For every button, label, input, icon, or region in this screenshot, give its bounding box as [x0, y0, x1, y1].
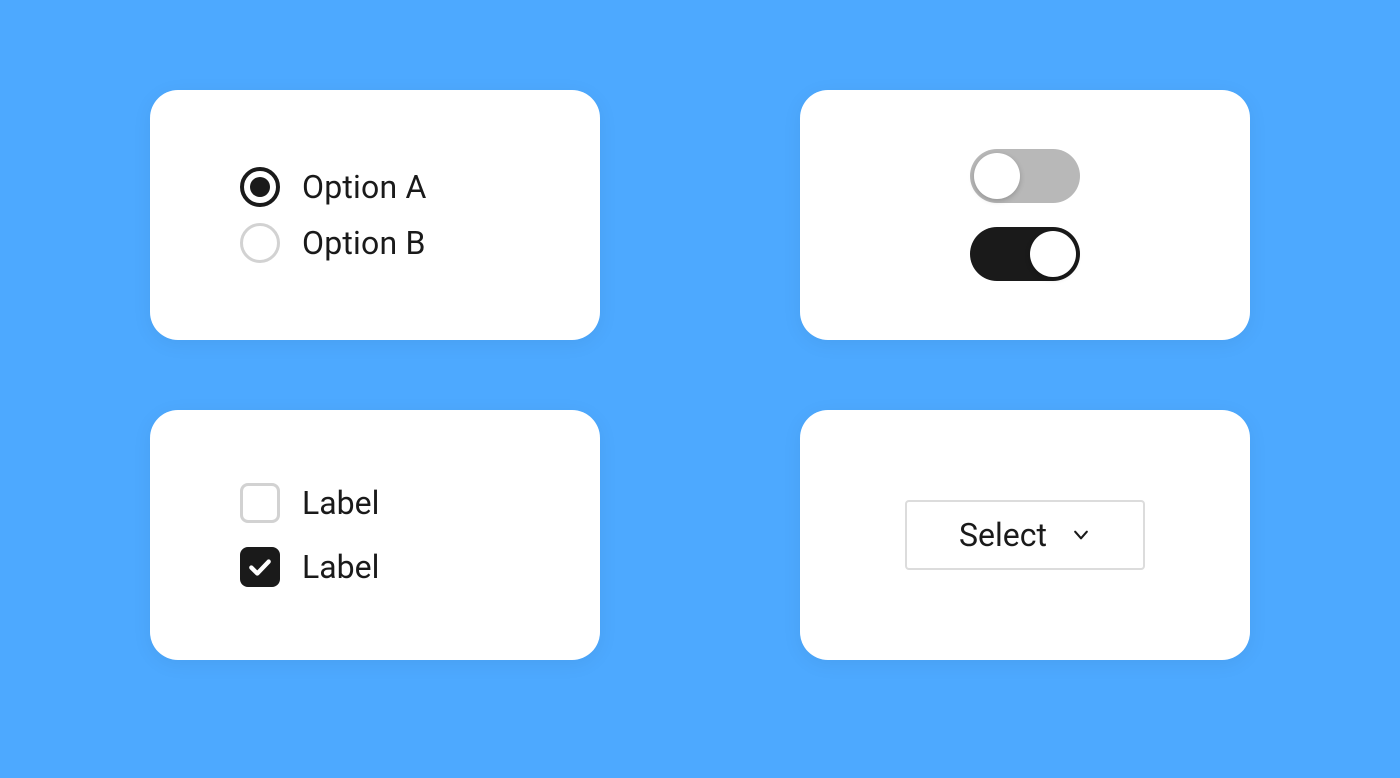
toggle-knob-icon	[1030, 231, 1076, 277]
checkbox-label-1: Label	[302, 484, 379, 522]
check-icon	[247, 554, 273, 580]
radio-card: Option A Option B	[150, 90, 600, 340]
checkbox-item-checked[interactable]: Label	[240, 547, 379, 587]
toggle-off[interactable]	[970, 149, 1080, 203]
checkbox-item-unchecked[interactable]: Label	[240, 483, 379, 523]
radio-label-a: Option A	[302, 168, 427, 206]
radio-icon	[240, 167, 280, 207]
checkbox-label-2: Label	[302, 548, 379, 586]
radio-option-a[interactable]: Option A	[240, 167, 427, 207]
toggle-on[interactable]	[970, 227, 1080, 281]
select-card: Select	[800, 410, 1250, 660]
radio-label-b: Option B	[302, 224, 426, 262]
radio-option-b[interactable]: Option B	[240, 223, 426, 263]
toggle-knob-icon	[974, 153, 1020, 199]
radio-icon	[240, 223, 280, 263]
select-dropdown[interactable]: Select	[905, 500, 1145, 570]
toggle-card	[800, 90, 1250, 340]
checkbox-icon	[240, 483, 280, 523]
select-value: Select	[959, 516, 1047, 554]
checkbox-icon	[240, 547, 280, 587]
checkbox-card: Label Label	[150, 410, 600, 660]
chevron-down-icon	[1071, 525, 1091, 545]
radio-dot-icon	[250, 177, 270, 197]
